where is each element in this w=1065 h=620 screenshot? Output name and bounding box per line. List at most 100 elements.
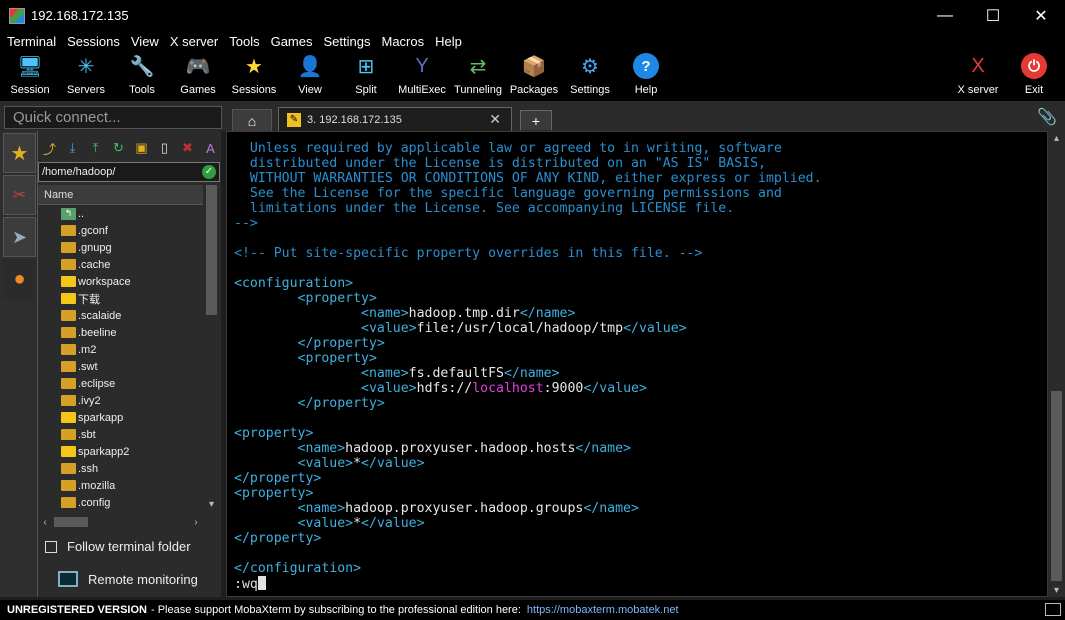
terminal-scroll-thumb[interactable] [1051, 391, 1062, 581]
tunneling-icon: ⇄ [469, 55, 487, 78]
file-row[interactable]: sparkapp [38, 409, 203, 426]
tab-close-icon[interactable]: ✕ [489, 111, 501, 128]
menu-games[interactable]: Games [267, 34, 317, 49]
scroll-right-icon[interactable]: › [189, 515, 203, 529]
file-row[interactable]: workspace [38, 273, 203, 290]
folder-icon [61, 497, 76, 508]
file-row[interactable]: .config [38, 494, 203, 511]
file-row[interactable]: ↰.. [38, 205, 203, 222]
upload-icon[interactable]: ⤒ [84, 138, 107, 158]
new-folder-icon[interactable]: ▣ [130, 138, 153, 158]
menu-tools[interactable]: Tools [225, 34, 263, 49]
maximize-button[interactable]: ☐ [969, 0, 1017, 31]
menu-terminal[interactable]: Terminal [3, 34, 60, 49]
toolbar-servers-button[interactable]: ✳ Servers [58, 53, 114, 99]
file-name: sparkapp [78, 411, 124, 424]
delete-icon[interactable]: ✖ [176, 138, 199, 158]
terminal-scroll-up-icon[interactable]: ▴ [1048, 131, 1065, 145]
menu-macros[interactable]: Macros [377, 34, 428, 49]
menu-settings[interactable]: Settings [320, 34, 375, 49]
help-icon: ? [633, 53, 659, 79]
file-row[interactable]: .eclipse [38, 375, 203, 392]
session-tab[interactable]: ✎ 3. 192.168.172.135 ✕ [278, 107, 512, 131]
terminal-scrollbar[interactable]: ▴ ▾ [1048, 131, 1065, 597]
sftp-sidebar: ⤴ ⤓ ⤒ ↻ ▣ ▯ ✖ A /home/hadoop/ ✓ Name ↰..… [37, 131, 221, 597]
toolbar-help-button[interactable]: ? Help [618, 53, 674, 99]
attach-icon[interactable]: 📎 [1037, 107, 1057, 127]
terminal-line: <value>*</value> [234, 456, 822, 471]
toolbar-view-button[interactable]: 👤 View [282, 53, 338, 99]
terminal-segment: limitations under the License. See accom… [234, 201, 735, 216]
follow-terminal-label: Follow terminal folder [67, 539, 191, 554]
file-row[interactable]: .beeline [38, 324, 203, 341]
new-file-icon[interactable]: ▯ [153, 138, 176, 158]
toolbar-session-button[interactable]: 🖥 Session [2, 53, 58, 99]
menu-help[interactable]: Help [431, 34, 466, 49]
sftp-globe-icon[interactable]: ● [3, 259, 36, 299]
file-row[interactable]: .scalaide [38, 307, 203, 324]
menu-x-server[interactable]: X server [166, 34, 222, 49]
refresh-icon[interactable]: ↻ [107, 138, 130, 158]
file-row[interactable]: .swt [38, 358, 203, 375]
file-row[interactable]: .gnupg [38, 239, 203, 256]
main-toolbar: 🖥 Session ✳ Servers 🔧 Tools 🎮 Games ★ Sessions 👤 Vi… [0, 51, 1065, 101]
menu-sessions[interactable]: Sessions [63, 34, 124, 49]
status-window-icon[interactable] [1045, 603, 1061, 616]
file-row[interactable]: .sbt [38, 426, 203, 443]
terminal-area[interactable]: Unless required by applicable law or agr… [226, 131, 1048, 597]
follow-terminal-checkbox[interactable] [45, 540, 57, 553]
tools-icon[interactable]: ✂ [3, 175, 36, 215]
remote-monitoring-button[interactable]: Remote monitoring [58, 571, 198, 587]
file-row[interactable]: .mozilla [38, 477, 203, 494]
path-input[interactable]: /home/hadoop/ ✓ [38, 162, 220, 182]
toolbar-label: Sessions [231, 84, 277, 96]
hscroll-thumb[interactable] [54, 517, 88, 527]
terminal-segment: hadoop.tmp.dir [408, 306, 520, 321]
file-row[interactable]: sparkapp2 [38, 443, 203, 460]
mobaxterm-link[interactable]: https://mobaxterm.mobatek.net [527, 604, 679, 616]
file-row[interactable]: .ivy2 [38, 392, 203, 409]
menu-view[interactable]: View [127, 34, 163, 49]
toolbar-x-server-button[interactable]: X X server [950, 53, 1006, 99]
path-confirm-icon[interactable]: ✓ [202, 165, 216, 179]
command-line[interactable]: :wq [234, 576, 822, 592]
follow-terminal-folder-option[interactable]: Follow terminal folder [45, 539, 191, 554]
toolbar-sessions-button[interactable]: ★ Sessions [226, 53, 282, 99]
quick-connect-input[interactable]: Quick connect... [4, 106, 222, 129]
terminal-segment: </value> [361, 516, 425, 531]
file-row[interactable]: .gconf [38, 222, 203, 239]
file-list-scroll-thumb[interactable] [206, 185, 217, 315]
file-list-hscrollbar[interactable]: ‹ › [38, 515, 203, 529]
sftp-send-icon[interactable]: ➤ [3, 217, 36, 257]
toolbar-tools-button[interactable]: 🔧 Tools [114, 53, 170, 99]
terminal-segment: </value> [361, 456, 425, 471]
file-row[interactable]: .m2 [38, 341, 203, 358]
file-row[interactable]: 下载 [38, 290, 203, 307]
toolbar-split-button[interactable]: ⊞ Split [338, 53, 394, 99]
parent-folder-icon[interactable]: ⤴ [38, 138, 61, 158]
sessions-star-icon[interactable]: ★ [3, 133, 36, 173]
column-header-name[interactable]: Name [38, 185, 203, 205]
file-row[interactable]: .cache [38, 256, 203, 273]
toolbar-settings-button[interactable]: ⚙ Settings [562, 53, 618, 99]
home-tab[interactable]: ⌂ [232, 109, 272, 131]
close-button[interactable]: ✕ [1017, 0, 1065, 31]
scroll-left-icon[interactable]: ‹ [38, 515, 52, 529]
toolbar-multiexec-button[interactable]: Y MultiExec [394, 53, 450, 99]
new-tab-button[interactable]: + [520, 110, 552, 130]
toolbar-tunneling-button[interactable]: ⇄ Tunneling [450, 53, 506, 99]
terminal-text: Unless required by applicable law or agr… [234, 141, 822, 592]
scroll-down-icon[interactable]: ▾ [203, 497, 220, 511]
toolbar-games-button[interactable]: 🎮 Games [170, 53, 226, 99]
download-icon[interactable]: ⤓ [61, 138, 84, 158]
toolbar-packages-button[interactable]: 📦 Packages [506, 53, 562, 99]
minimize-button[interactable]: — [921, 0, 969, 31]
rename-icon[interactable]: A [199, 138, 222, 158]
file-row[interactable]: .ssh [38, 460, 203, 477]
file-list-scrollbar[interactable]: ▾ [203, 185, 220, 511]
toolbar-exit-button[interactable]: ⏻ Exit [1006, 53, 1062, 99]
toolbar-label: Settings [570, 84, 610, 96]
terminal-scroll-down-icon[interactable]: ▾ [1048, 583, 1065, 597]
toolbar-label: X server [957, 84, 999, 96]
file-name: .mozilla [78, 479, 116, 492]
